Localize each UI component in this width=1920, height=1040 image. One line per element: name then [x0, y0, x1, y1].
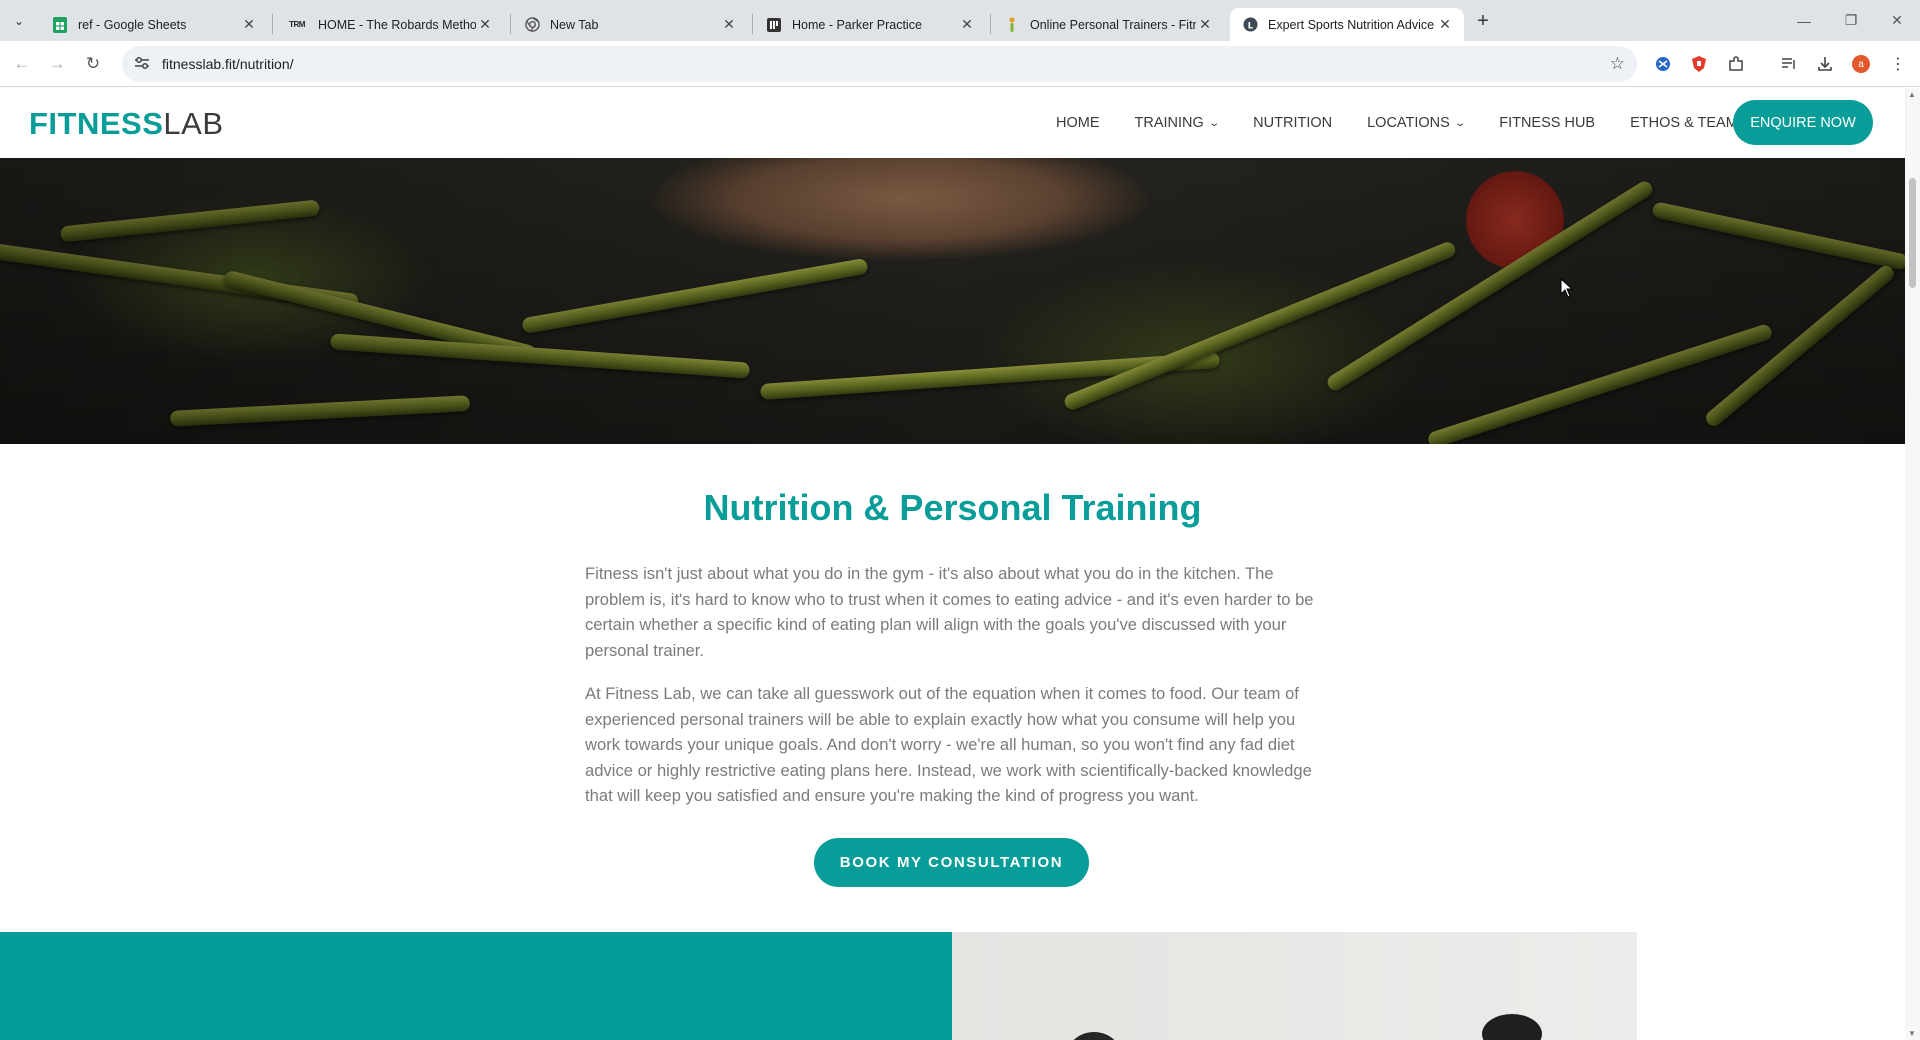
nav-label: NUTRITION — [1253, 115, 1333, 131]
profile-initial: a — [1858, 58, 1864, 70]
tab-title: HOME - The Robards Method — [318, 17, 476, 32]
forward-arrow-icon[interactable]: → — [44, 52, 70, 76]
tab-title: ref - Google Sheets — [78, 17, 187, 32]
url-text[interactable]: fitnesslab.fit/nutrition/ — [162, 56, 294, 72]
nav-item-fitness-hub[interactable]: FITNESS HUB — [1499, 115, 1595, 131]
browser-toolbar: ← → ↻ fitnesslab.fit/nutrition/ ☆ a ⋮ — [0, 41, 1920, 87]
tab-title: Online Personal Trainers - Fitne — [1030, 17, 1196, 32]
chrome-icon — [524, 17, 540, 33]
book-consultation-button[interactable]: BOOK MY CONSULTATION — [814, 838, 1089, 887]
media-queue-icon[interactable] — [1779, 54, 1799, 74]
tab-search-chevron-icon[interactable]: ⌄ — [6, 9, 32, 33]
nav-item-training[interactable]: TRAINING ⌄ — [1134, 115, 1220, 131]
new-tab-button[interactable]: + — [1470, 9, 1496, 33]
extensions-puzzle-icon[interactable] — [1726, 54, 1746, 74]
logo-bold-text: FITNESS — [29, 106, 164, 141]
window-close-icon[interactable]: ✕ — [1874, 0, 1920, 41]
logo-light-text: LAB — [163, 106, 224, 141]
nav-item-locations[interactable]: LOCATIONS ⌄ — [1367, 115, 1466, 131]
svg-text:L: L — [1247, 20, 1253, 30]
browser-tab-new-tab[interactable]: New Tab ✕ — [512, 8, 748, 41]
nav-label: HOME — [1056, 115, 1100, 131]
browser-menu-icon[interactable]: ⋮ — [1888, 54, 1908, 74]
page-scrollbar[interactable]: ▲ ▼ — [1905, 88, 1920, 1040]
reload-icon[interactable]: ↻ — [80, 52, 106, 76]
browser-tab-robards-method[interactable]: TRM HOME - The Robards Method ✕ — [274, 8, 504, 41]
fitness-icon — [1004, 17, 1020, 33]
back-arrow-icon[interactable]: ← — [9, 52, 35, 76]
download-icon[interactable] — [1815, 54, 1835, 74]
close-icon[interactable]: ✕ — [958, 16, 976, 34]
restore-icon[interactable]: ❐ — [1828, 0, 1874, 41]
tab-title: Expert Sports Nutrition Advice — [1268, 17, 1435, 32]
tab-title: Home - Parker Practice — [792, 17, 922, 32]
site-info-icon[interactable] — [132, 56, 152, 73]
intro-paragraph: Fitness isn't just about what you do in … — [585, 564, 1314, 660]
nav-label: LOCATIONS — [1367, 115, 1450, 131]
chevron-down-icon: ⌄ — [1454, 117, 1466, 129]
tab-separator — [990, 14, 991, 34]
tab-title: New Tab — [550, 17, 599, 32]
nav-label: TRAINING — [1134, 115, 1204, 131]
hero-food-image — [0, 158, 1905, 444]
close-icon[interactable]: ✕ — [1436, 16, 1454, 34]
tab-separator — [752, 14, 753, 34]
teal-feature-panel — [0, 932, 952, 1040]
fitnesslab-logo[interactable]: FITNESSLAB — [29, 106, 224, 142]
close-icon[interactable]: ✕ — [1196, 16, 1214, 34]
address-bar[interactable]: fitnesslab.fit/nutrition/ ☆ — [122, 46, 1637, 82]
parker-icon — [766, 17, 782, 33]
nav-label: ETHOS & TEAM — [1630, 115, 1738, 131]
trainer-photo — [952, 932, 1637, 1040]
body-paragraph: At Fitness Lab, we can take all guesswor… — [585, 684, 1312, 805]
scroll-down-arrow-icon[interactable]: ▼ — [1908, 1029, 1916, 1038]
scroll-up-arrow-icon[interactable]: ▲ — [1908, 90, 1916, 99]
extension-blue-icon[interactable] — [1653, 54, 1673, 74]
fitnesslab-icon: L — [1242, 17, 1258, 33]
trm-icon: TRM — [289, 20, 305, 29]
browser-tab-online-trainers[interactable]: Online Personal Trainers - Fitne ✕ — [992, 8, 1224, 41]
main-navigation: HOME TRAINING ⌄ NUTRITION LOCATIONS ⌄ FITN… — [1056, 88, 1787, 158]
nav-label: FITNESS HUB — [1499, 115, 1596, 131]
tab-separator — [510, 14, 511, 34]
browser-tab-bar: ⌄ ref - Google Sheets ✕ TRM HOME - The R… — [0, 0, 1920, 41]
enquire-now-button[interactable]: ENQUIRE NOW — [1733, 100, 1873, 145]
close-icon[interactable]: ✕ — [240, 16, 258, 34]
nav-item-home[interactable]: HOME — [1056, 115, 1100, 131]
close-icon[interactable]: ✕ — [720, 16, 738, 34]
browser-tab-google-sheets[interactable]: ref - Google Sheets ✕ — [40, 8, 268, 41]
tab-separator — [272, 14, 273, 34]
sheets-icon — [52, 16, 68, 33]
minimize-icon[interactable]: — — [1781, 0, 1827, 41]
bookmark-star-icon[interactable]: ☆ — [1610, 54, 1625, 74]
browser-tab-active-nutrition[interactable]: L Expert Sports Nutrition Advice ✕ — [1230, 8, 1464, 41]
page-title: Nutrition & Personal Training — [703, 487, 1202, 528]
nav-item-nutrition[interactable]: NUTRITION — [1253, 115, 1332, 131]
brave-shield-icon[interactable] — [1689, 54, 1709, 74]
mouse-cursor-icon — [1560, 278, 1574, 298]
close-icon[interactable]: ✕ — [476, 16, 494, 34]
profile-avatar[interactable]: a — [1851, 54, 1871, 74]
chevron-down-icon: ⌄ — [1208, 117, 1220, 129]
scrollbar-thumb[interactable] — [1909, 178, 1916, 288]
browser-tab-parker-practice[interactable]: Home - Parker Practice ✕ — [754, 8, 986, 41]
site-header: FITNESSLAB HOME TRAINING ⌄ NUTRITION LOCA… — [0, 88, 1905, 158]
